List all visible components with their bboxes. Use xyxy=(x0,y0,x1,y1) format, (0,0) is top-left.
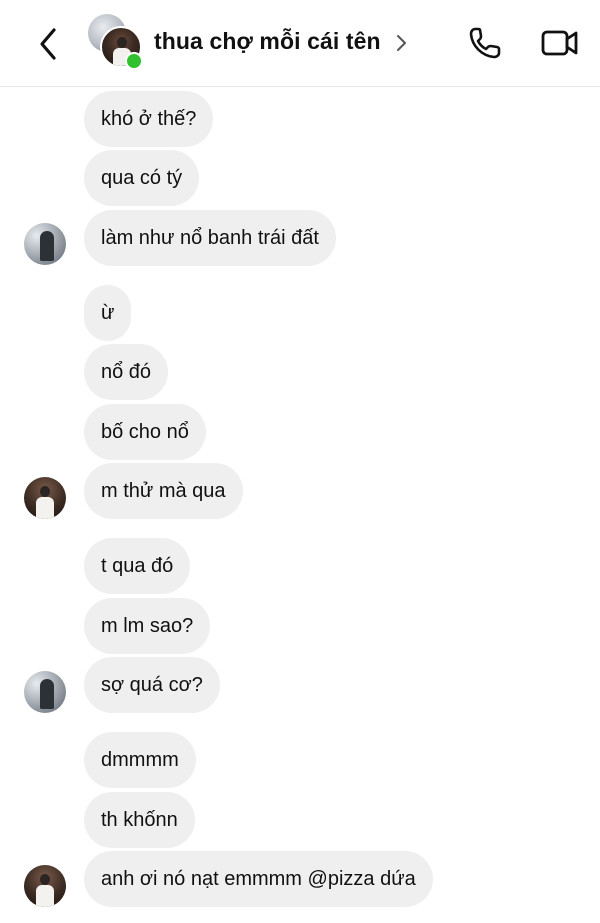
message-bubble[interactable]: th khốnn xyxy=(84,792,195,848)
sender-avatar[interactable] xyxy=(24,671,66,713)
message-bubble[interactable]: m thử mà qua xyxy=(84,463,243,519)
message-bubble[interactable]: làm như nổ banh trái đất xyxy=(84,210,336,266)
message-bubble[interactable]: dmmmm xyxy=(84,732,196,788)
chat-header: thua chợ mỗi cái tên xyxy=(0,0,600,87)
sender-avatar[interactable] xyxy=(24,223,66,265)
phone-icon[interactable] xyxy=(466,24,504,62)
online-status-dot xyxy=(125,52,143,70)
message-bubble[interactable]: ừ xyxy=(84,285,132,341)
sender-avatar[interactable] xyxy=(24,477,66,519)
group-avatar[interactable] xyxy=(88,14,144,70)
chevron-right-icon[interactable] xyxy=(394,33,408,53)
message-bubble[interactable]: nổ đó xyxy=(84,344,169,400)
message-bubble[interactable]: qua có tý xyxy=(84,150,200,206)
message-bubble[interactable]: anh ơi nó nạt emmmm @pizza dứa xyxy=(84,851,433,907)
message-bubble[interactable]: khó ở thế? xyxy=(84,91,214,147)
message-bubble[interactable]: m lm sao? xyxy=(84,598,211,654)
message-bubble[interactable]: bố cho nổ xyxy=(84,404,206,460)
chevron-left-icon[interactable] xyxy=(34,24,64,64)
video-camera-icon[interactable] xyxy=(540,26,580,60)
sender-avatar[interactable] xyxy=(24,865,66,907)
message-bubble[interactable]: sợ quá cơ? xyxy=(84,657,220,713)
chat-title[interactable]: thua chợ mỗi cái tên xyxy=(154,28,381,55)
message-bubble[interactable]: t qua đó xyxy=(84,538,191,594)
